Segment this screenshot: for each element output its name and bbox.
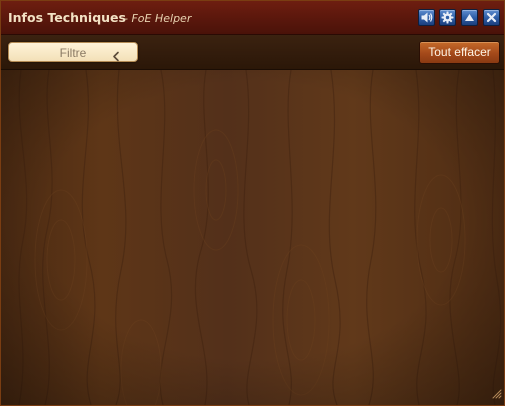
window-titlebar[interactable]: Infos Techniques - FoE Helper [1,1,504,35]
window-subtitle: - FoE Helper [124,12,192,25]
window-title: Infos Techniques [8,10,126,25]
clear-all-button[interactable]: Tout effacer [419,41,500,64]
filter-toggle[interactable]: Filtre [8,42,138,62]
close-button[interactable] [483,9,500,26]
infos-techniques-window: Infos Techniques - FoE Helper Filtre Tou… [0,0,505,406]
chevron-left-icon [112,47,120,66]
window-toolbar: Filtre Tout effacer [1,35,504,70]
minimize-up-icon [464,13,475,22]
settings-button[interactable] [439,9,456,26]
gear-icon [441,11,454,24]
log-content-area [1,70,504,405]
minimize-button[interactable] [461,9,478,26]
wood-background [1,70,504,405]
sound-icon [420,11,433,24]
sound-button[interactable] [418,9,435,26]
resize-handle-icon[interactable] [491,384,502,403]
close-icon [486,12,497,23]
